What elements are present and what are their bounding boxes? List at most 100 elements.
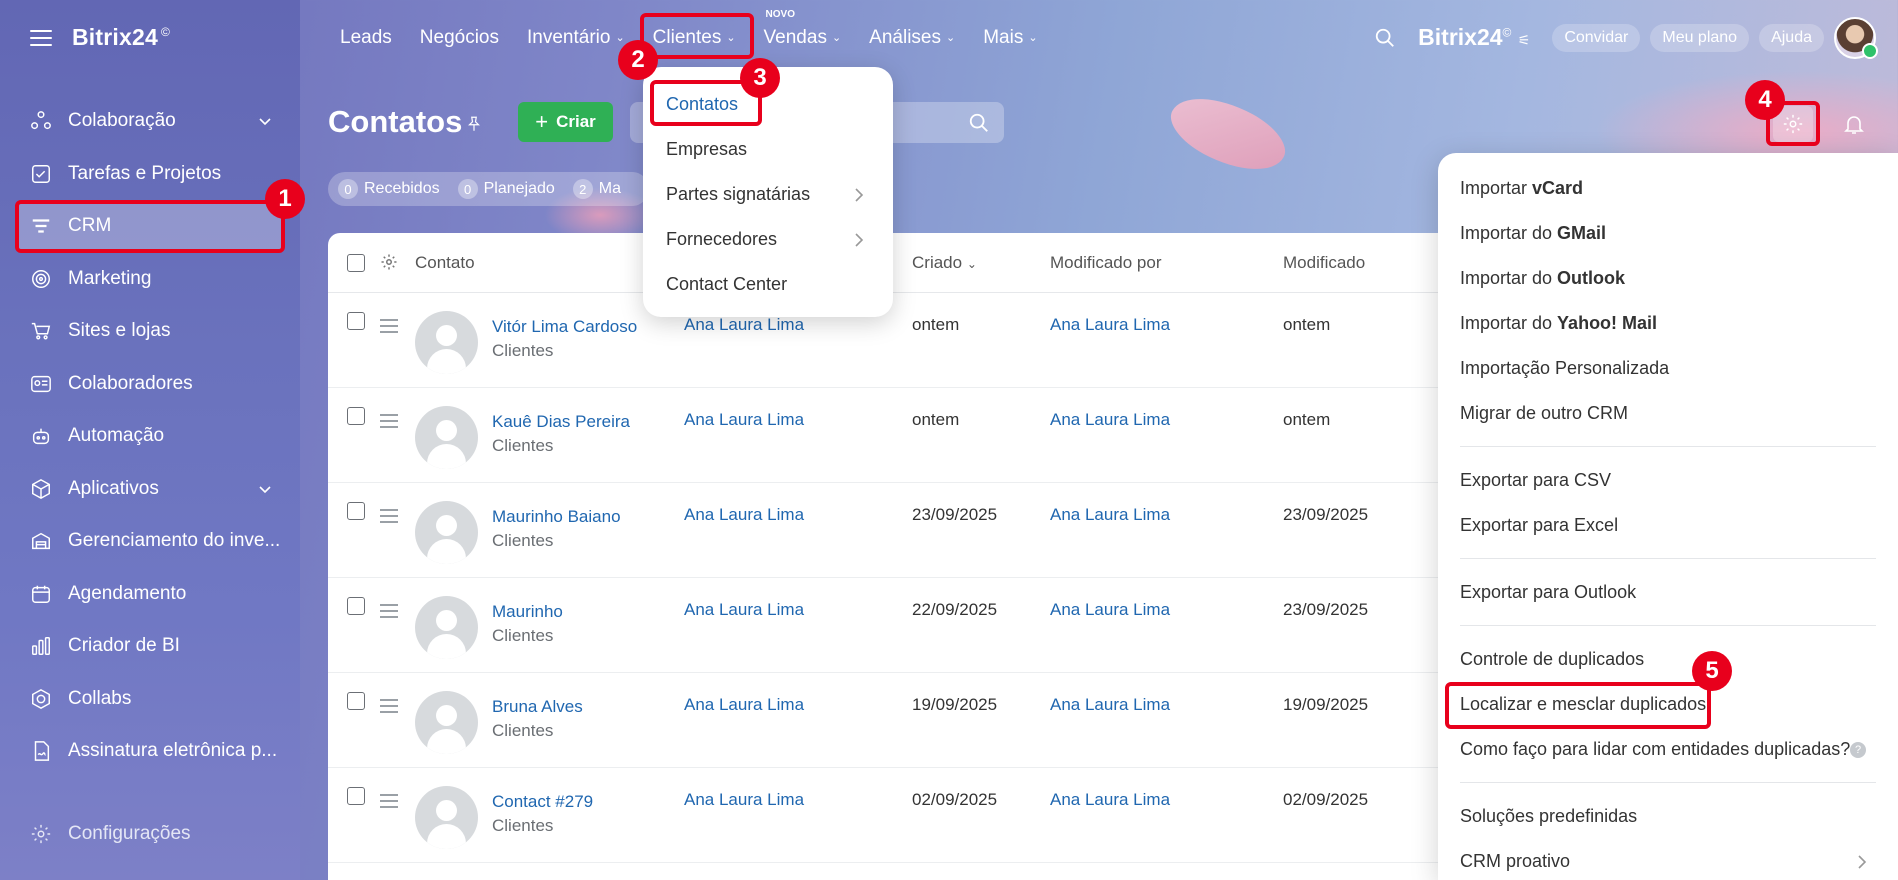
modified-by-link[interactable]: Ana Laura Lima (1050, 600, 1170, 620)
chevron-down-icon: ⌄ (1028, 32, 1038, 44)
menu-item-import[interactable]: Importar do GMail (1438, 211, 1898, 256)
row-checkbox[interactable] (347, 787, 365, 805)
menu-item-import[interactable]: Importação Personalizada (1438, 346, 1898, 391)
menu-item-proactive-crm[interactable]: CRM proativo (1438, 839, 1898, 880)
counter-more[interactable]: 2 Ma (572, 179, 621, 199)
search-icon[interactable] (1374, 27, 1396, 49)
drag-handle-icon[interactable] (380, 794, 398, 812)
menu-item-export-csv[interactable]: Exportar para CSV (1438, 458, 1898, 503)
sidebar-item-marketing[interactable]: Marketing (15, 253, 285, 306)
sidebar-item-colaboradores[interactable]: Colaboradores (15, 358, 285, 411)
nav-analises[interactable]: Análises ⌄ (869, 27, 955, 49)
sidebar-item-bi[interactable]: Criador de BI (15, 620, 285, 673)
row-checkbox[interactable] (347, 597, 365, 615)
nav-vendas[interactable]: NOVO Vendas ⌄ (764, 9, 842, 49)
contact-name-link[interactable]: Kauê Dias Pereira (492, 412, 630, 432)
row-checkbox[interactable] (347, 502, 365, 520)
sidebar-item-aplicativos[interactable]: Aplicativos (15, 463, 285, 516)
row-checkbox[interactable] (347, 692, 365, 710)
warehouse-icon (30, 530, 52, 552)
my-plan-button[interactable]: Meu plano (1650, 23, 1750, 52)
help-button[interactable]: Ajuda (1759, 23, 1824, 52)
counter-planejado[interactable]: 0 Planejado (457, 179, 555, 199)
sidebar-item-sites[interactable]: Sites e lojas (15, 305, 285, 358)
contact-type: Clientes (492, 436, 554, 455)
menu-item-duplicate-control[interactable]: Controle de duplicados (1438, 637, 1898, 682)
app-logo[interactable]: Bitrix24 © (72, 24, 170, 51)
sidebar-item-collabs[interactable]: Collabs (15, 673, 285, 726)
nav-mais[interactable]: Mais ⌄ (983, 27, 1037, 49)
drag-handle-icon[interactable] (380, 319, 398, 337)
sidebar-item-assinatura[interactable]: Assinatura eletrônica p... (15, 725, 285, 778)
responsible-link[interactable]: Ana Laura Lima (684, 315, 804, 335)
menu-item-import[interactable]: Importar do Yahoo! Mail (1438, 301, 1898, 346)
create-button[interactable]: + Criar (518, 102, 613, 142)
counter-recebidos[interactable]: 0 Recebidos (338, 179, 440, 199)
responsible-link[interactable]: Ana Laura Lima (684, 410, 804, 430)
responsible-link[interactable]: Ana Laura Lima (684, 790, 804, 810)
sidebar-list: Colaboração Tarefas e Projetos CRM Marke… (15, 95, 285, 778)
column-header-contact[interactable]: Contato (415, 253, 475, 273)
menu-item-partes-signatarias[interactable]: Partes signatárias (643, 172, 893, 217)
menu-item-import[interactable]: Importar vCard (1438, 166, 1898, 211)
highlight-find-merge (1445, 682, 1711, 729)
gear-icon[interactable] (380, 253, 398, 271)
nav-leads[interactable]: Leads (340, 27, 392, 49)
contact-name-link[interactable]: Bruna Alves (492, 697, 583, 717)
sidebar-item-automacao[interactable]: Automação (15, 410, 285, 463)
avatar[interactable] (1834, 16, 1878, 59)
drag-handle-icon[interactable] (380, 699, 398, 717)
bell-icon[interactable] (1842, 112, 1866, 136)
contact-type: Clientes (492, 626, 554, 645)
responsible-link[interactable]: Ana Laura Lima (684, 505, 804, 525)
chevron-down-icon[interactable] (257, 481, 273, 497)
responsible-link[interactable]: Ana Laura Lima (684, 695, 804, 715)
modified-by-link[interactable]: Ana Laura Lima (1050, 315, 1170, 335)
menu-item-duplicates-help[interactable]: Como faço para lidar com entidades dupli… (1438, 727, 1898, 772)
annotation-badge-3: 3 (740, 58, 780, 98)
column-header-created[interactable]: Criado ⌄ (912, 253, 977, 273)
invite-button[interactable]: Convidar (1552, 23, 1641, 52)
modified-by-link[interactable]: Ana Laura Lima (1050, 505, 1170, 525)
sidebar-item-configuracoes[interactable]: Configurações (30, 823, 191, 845)
menu-item-import[interactable]: Migrar de outro CRM (1438, 391, 1898, 436)
modified-by-link[interactable]: Ana Laura Lima (1050, 410, 1170, 430)
menu-item-fornecedores[interactable]: Fornecedores (643, 217, 893, 262)
menu-item-import[interactable]: Importar do Outlook (1438, 256, 1898, 301)
sidebar-item-inventario[interactable]: Gerenciamento do inve... (15, 515, 285, 568)
nav-negocios[interactable]: Negócios (420, 27, 499, 49)
menu-item-export-outlook[interactable]: Exportar para Outlook (1438, 570, 1898, 615)
contact-name-link[interactable]: Contact #279 (492, 792, 593, 812)
drag-handle-icon[interactable] (380, 414, 398, 432)
modified-date: 02/09/2025 (1283, 790, 1369, 809)
nav-inventario[interactable]: Inventário ⌄ (527, 27, 625, 49)
question-icon[interactable]: ? (1850, 742, 1866, 758)
chevron-down-icon[interactable] (257, 113, 273, 129)
modified-by-link[interactable]: Ana Laura Lima (1050, 695, 1170, 715)
contact-name-link[interactable]: Vitór Lima Cardoso (492, 317, 637, 337)
menu-icon[interactable] (30, 29, 52, 46)
contact-name-link[interactable]: Maurinho (492, 602, 563, 622)
sidebar-item-agendamento[interactable]: Agendamento (15, 568, 285, 621)
menu-item-export-excel[interactable]: Exportar para Excel (1438, 503, 1898, 548)
created-date: 23/09/2025 (912, 505, 998, 524)
sidebar-item-tarefas[interactable]: Tarefas e Projetos (15, 148, 285, 201)
menu-item-contact-center[interactable]: Contact Center (643, 262, 893, 307)
row-checkbox[interactable] (347, 312, 365, 330)
drag-handle-icon[interactable] (380, 509, 398, 527)
column-header-modified[interactable]: Modificado (1283, 253, 1365, 273)
drag-handle-icon[interactable] (380, 604, 398, 622)
collabs-icon (30, 688, 52, 710)
responsible-link[interactable]: Ana Laura Lima (684, 600, 804, 620)
modified-date: ontem (1283, 315, 1331, 334)
select-all-checkbox[interactable] (347, 254, 365, 272)
top-logo[interactable]: Bitrix24© ⚟ (1418, 24, 1530, 51)
contact-name-link[interactable]: Maurinho Baiano (492, 507, 621, 527)
menu-item-empresas[interactable]: Empresas (643, 127, 893, 172)
sidebar-item-colaboracao[interactable]: Colaboração (15, 95, 285, 148)
menu-item-predefined-solutions[interactable]: Soluções predefinidas (1438, 794, 1898, 839)
modified-by-link[interactable]: Ana Laura Lima (1050, 790, 1170, 810)
pin-icon[interactable] (465, 115, 483, 133)
row-checkbox[interactable] (347, 407, 365, 425)
column-header-modified-by[interactable]: Modificado por (1050, 253, 1162, 273)
